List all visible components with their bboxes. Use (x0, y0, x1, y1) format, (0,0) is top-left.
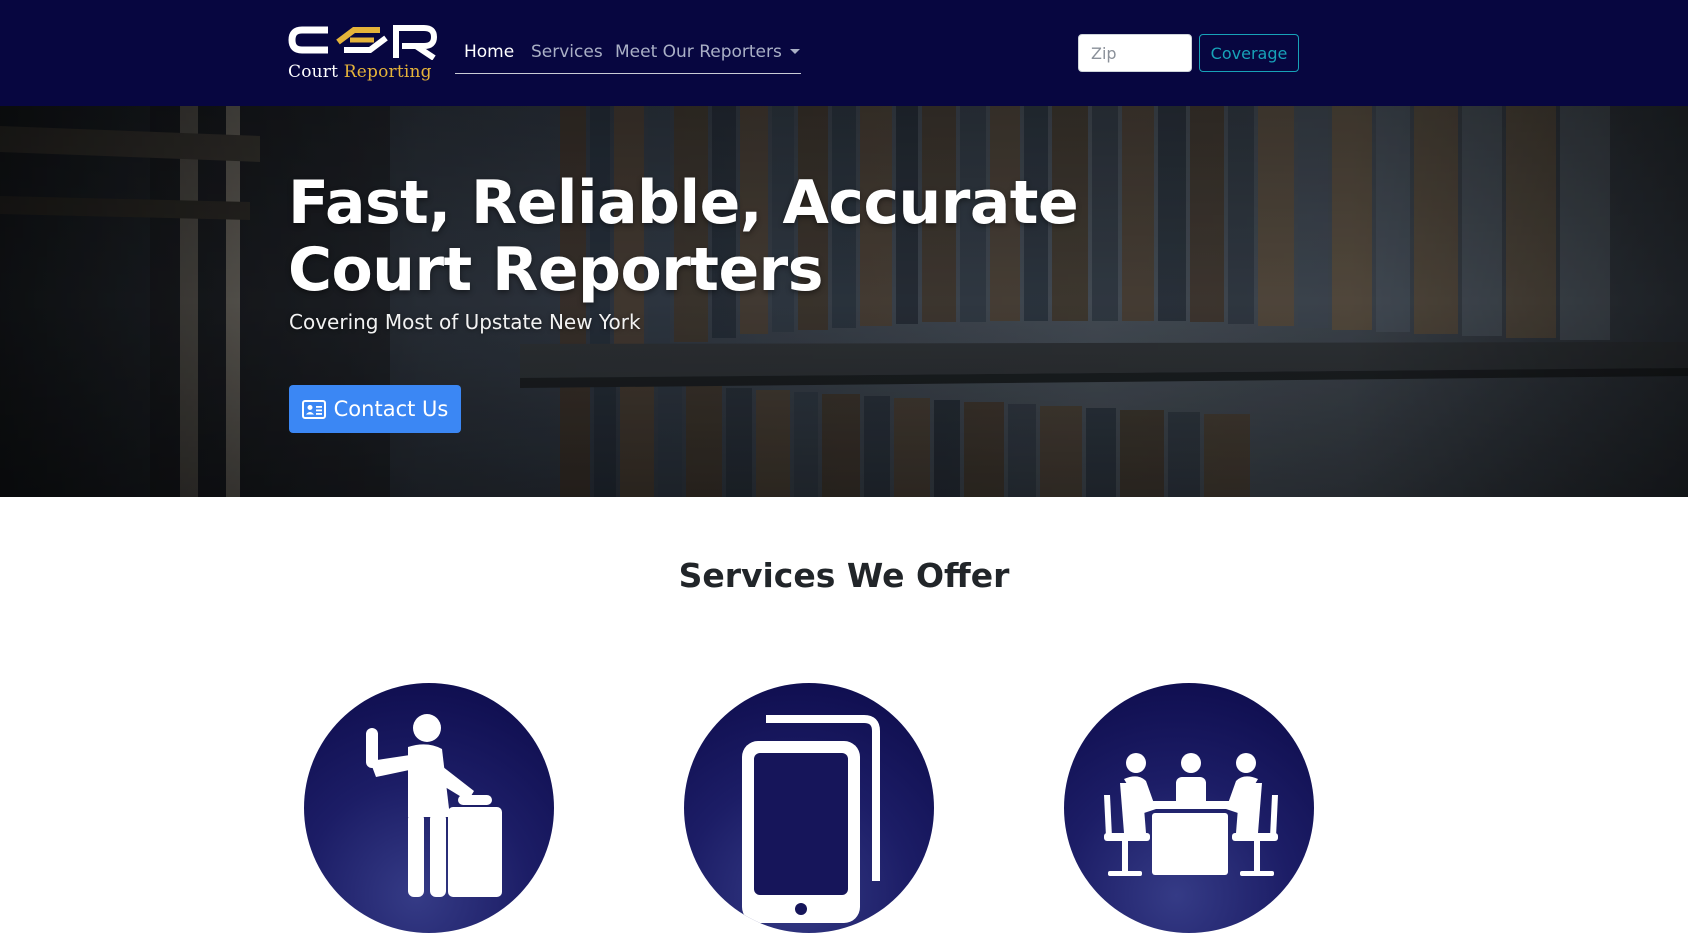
nav-services-link[interactable]: Services (531, 42, 603, 62)
service-card-conference[interactable] (1064, 683, 1314, 933)
services-heading: Services We Offer (678, 556, 1010, 595)
navbar: Court Reporting Home Services Meet Our R… (0, 0, 1688, 106)
main-nav: Home Services Meet Our Reporters (455, 30, 801, 74)
nav-meet-our-reporters-label: Meet Our Reporters (615, 42, 782, 62)
tablet-icon (742, 715, 880, 923)
contact-us-button[interactable]: Contact Us (289, 385, 461, 433)
nav-home-link[interactable]: Home (464, 42, 514, 62)
nav-meet-our-reporters-dropdown[interactable]: Meet Our Reporters (615, 42, 800, 62)
logo-text-reporting: Reporting (343, 62, 432, 82)
contact-us-label: Contact Us (333, 397, 449, 421)
csr-logo-mark (288, 25, 438, 60)
hero-banner: Fast, Reliable, Accurate Court Reporters… (0, 106, 1688, 497)
service-card-witness[interactable] (304, 683, 554, 933)
service-card-tablet[interactable] (684, 683, 934, 933)
csr-logo[interactable]: Court Reporting (288, 22, 440, 82)
coverage-button[interactable]: Coverage (1199, 34, 1299, 72)
witness-stand-icon (366, 714, 502, 897)
logo-text-court: Court (288, 62, 339, 82)
hero-subtitle: Covering Most of Upstate New York (289, 310, 641, 334)
conference-table-icon (1104, 753, 1278, 876)
hero-title: Fast, Reliable, Accurate Court Reporters (288, 168, 1079, 305)
caret-down-icon (789, 49, 800, 54)
logo-text: Court Reporting (288, 62, 432, 82)
address-card-icon (301, 399, 326, 419)
zip-input[interactable] (1078, 34, 1192, 72)
